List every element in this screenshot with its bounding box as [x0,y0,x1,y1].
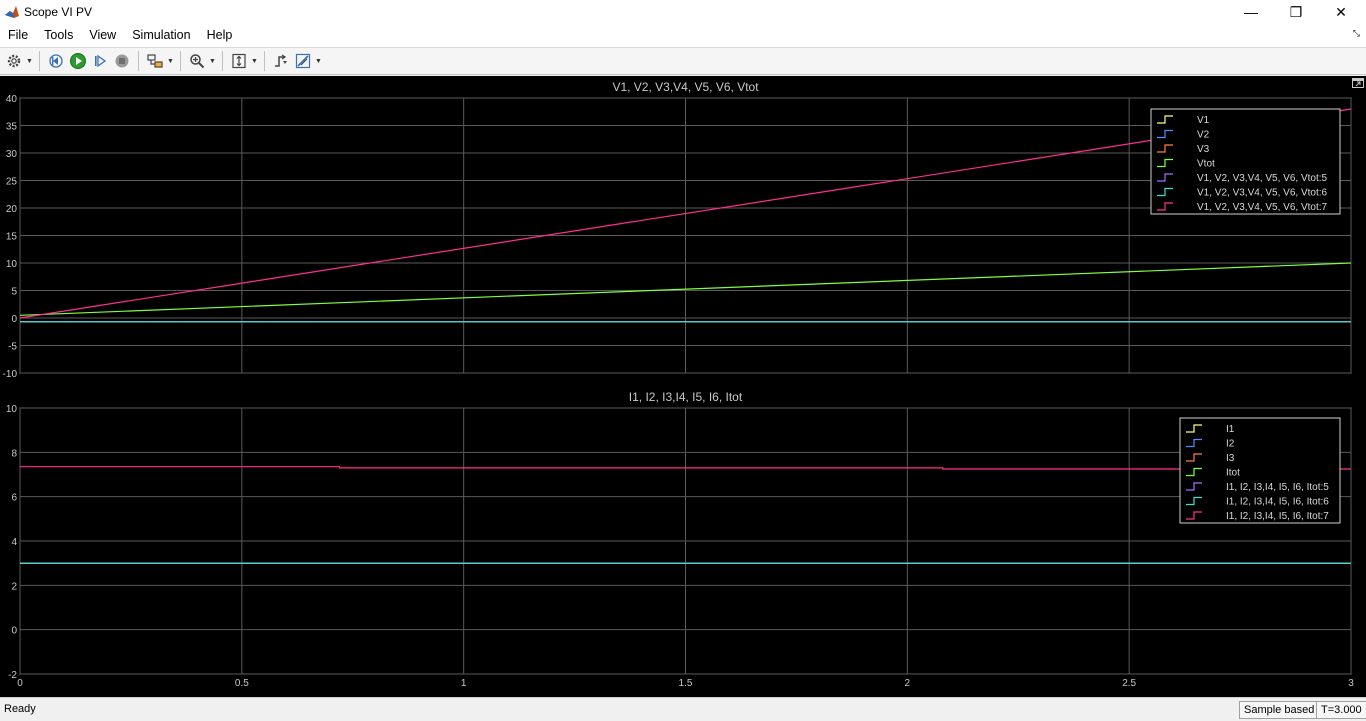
stop-button[interactable] [111,50,133,72]
zoom-in-icon [190,54,205,69]
menu-help[interactable]: Help [199,24,241,47]
run-button[interactable] [67,50,89,72]
plot1-ytick-label: -10 [3,369,18,380]
plot2-ytick-label: 8 [11,448,17,459]
menu-tools[interactable]: Tools [36,24,81,47]
plot2-ytick-label: 2 [11,581,17,592]
plot2-legend-entry: I1, I2, I3,I4, I5, I6, Itot:5 [1226,482,1329,493]
scale-axes-icon [232,53,246,69]
matlab-icon [5,6,19,18]
plot1-legend-entry: V3 [1197,144,1210,155]
configuration-dropdown[interactable]: ▼ [25,50,34,72]
toolbar-separator [138,51,139,71]
step-forward-button[interactable] [89,50,111,72]
plot1-legend-entry: V2 [1197,130,1210,141]
measurements-dropdown[interactable]: ▼ [314,50,323,72]
minimize-button[interactable]: — [1228,0,1274,24]
undock-icon[interactable] [1352,78,1364,88]
menu-simulation[interactable]: Simulation [124,24,198,47]
plot1-legend-entry: V1 [1197,115,1210,126]
highlight-icon [147,54,163,68]
menu-bar: File Tools View Simulation Help ⤡ [0,24,1366,47]
step-back-icon [49,54,63,68]
plot2-legend-entry: Itot [1226,468,1240,479]
zoom-dropdown[interactable]: ▼ [208,50,217,72]
plot1-ytick-label: -5 [8,342,17,353]
plot1-ytick-label: 30 [6,149,18,160]
plot1-legend-entry: V1, V2, V3,V4, V5, V6, Vtot:7 [1197,202,1328,213]
plot2-xtick-label: 1 [461,678,467,689]
simulation-time: T=3.000 [1316,701,1366,719]
toolbar-separator [180,51,181,71]
trigger-icon [275,54,287,67]
window-title: Scope VI PV [24,5,93,19]
status-bar: Ready Sample based T=3.000 [0,697,1366,721]
plot2-legend-entry: I1 [1226,424,1235,435]
plot2-ytick-label: 4 [11,537,17,548]
scale-axes-dropdown[interactable]: ▼ [250,50,259,72]
plot1-ytick-label: 0 [11,314,17,325]
step-forward-icon [95,54,107,68]
plot2-ytick-label: 6 [11,493,17,504]
plot1-legend-entry: Vtot [1197,159,1215,170]
plot2-legend-entry: I1, I2, I3,I4, I5, I6, Itot:7 [1226,511,1329,522]
plot1-ytick-label: 25 [6,177,18,188]
scope-plots: V1, V2, V3,V4, V5, V6, Vtot-10-505101520… [3,80,1355,689]
collapse-toolbar-icon[interactable]: ⤡ [1353,28,1360,39]
scale-axes-button[interactable] [228,50,250,72]
plot2-legend-entry: I3 [1226,453,1235,464]
plot2-xtick-label: 2.5 [1122,678,1136,689]
zoom-button[interactable] [186,50,208,72]
plot2-legend-entry: I1, I2, I3,I4, I5, I6, Itot:6 [1226,497,1329,508]
menu-file[interactable]: File [0,24,36,47]
step-back-button[interactable] [45,50,67,72]
configuration-properties-button[interactable] [3,50,25,72]
plot2-xtick-label: 1.5 [679,678,693,689]
maximize-button[interactable]: ❐ [1273,0,1319,24]
plot1-legend-entry: V1, V2, V3,V4, V5, V6, Vtot:5 [1197,173,1328,184]
sample-mode-indicator: Sample based [1239,701,1320,719]
toolbar-separator [39,51,40,71]
triggers-button[interactable] [270,50,292,72]
plot2-ytick-label: 10 [6,404,18,415]
measure-icon [295,53,311,69]
highlight-dropdown[interactable]: ▼ [166,50,175,72]
plot1-ytick-label: 20 [6,204,18,215]
plot2-xtick-label: 0 [17,678,23,689]
close-button[interactable]: ✕ [1318,0,1364,24]
plot1-ytick-label: 5 [11,287,17,298]
highlight-block-button[interactable] [144,50,166,72]
plot1-ytick-label: 40 [6,94,18,105]
plot2-xtick-label: 0.5 [235,678,249,689]
scope-display[interactable]: V1, V2, V3,V4, V5, V6, Vtot -10 -5 0 5 10 15 20… [0,76,1366,697]
stop-icon [115,54,129,68]
play-icon [70,53,86,69]
menu-view[interactable]: View [81,24,124,47]
plot1-ytick-label: 10 [6,259,18,270]
plot2-xtick-label: 3 [1348,678,1354,689]
plot1-ytick-label: 15 [6,232,18,243]
toolbar-separator [222,51,223,71]
plot2-legend-entry: I2 [1226,439,1235,450]
plot2-title: I1, I2, I3,I4, I5, I6, Itot [629,390,743,404]
title-bar: Scope VI PV — ❐ ✕ [0,0,1366,24]
plot1-legend-entry: V1, V2, V3,V4, V5, V6, Vtot:6 [1197,188,1328,199]
toolbar: ▼ ▼ ▼ ▼ ▼ [0,47,1366,75]
plot1-title: V1, V2, V3,V4, V5, V6, Vtot [612,80,759,94]
plot2-ytick-label: -2 [8,670,17,681]
plot2-xtick-label: 2 [905,678,911,689]
plot1-ytick-label: 35 [6,122,18,133]
toolbar-separator [264,51,265,71]
plot2-ytick-label: 0 [11,626,17,637]
cursor-measurements-button[interactable] [292,50,314,72]
gear-icon [7,54,21,68]
status-text: Ready [4,703,36,715]
